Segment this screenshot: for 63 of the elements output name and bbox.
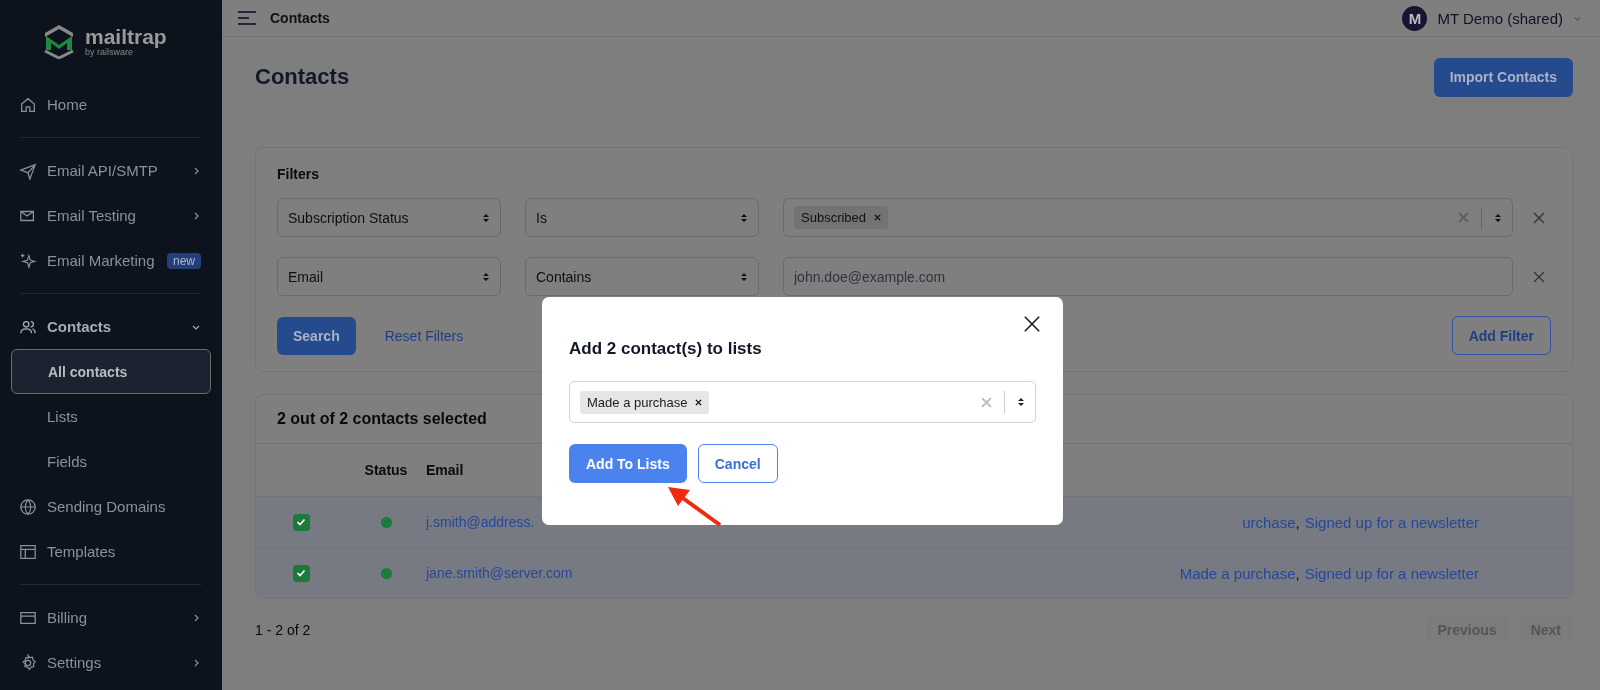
sort-arrows-icon <box>482 270 490 283</box>
page-breadcrumb: Contacts <box>270 10 330 26</box>
nav-subitem[interactable]: All contacts <box>11 349 211 394</box>
lists-select[interactable]: Made a purchase <box>569 381 1036 423</box>
nav-item[interactable]: Contacts <box>11 304 211 349</box>
nav-item[interactable]: Email API/SMTP <box>11 148 211 193</box>
globe-icon <box>19 497 37 516</box>
reset-filters-link[interactable]: Reset Filters <box>359 327 489 344</box>
nav-item[interactable]: Email Marketing new <box>11 238 211 283</box>
add-filter-button[interactable]: Add Filter <box>1451 316 1551 355</box>
list-separator: , <box>1295 513 1300 531</box>
logo-tagline: by railsware <box>85 46 133 57</box>
divider-line <box>1004 391 1005 413</box>
column-header: Status <box>364 462 408 478</box>
page-title: Contacts <box>255 64 350 90</box>
operator-select[interactable]: Contains <box>525 257 759 296</box>
nav-item[interactable]: Settings <box>11 640 211 685</box>
close-icon[interactable] <box>1023 315 1041 333</box>
operator-select[interactable]: Is <box>525 198 759 237</box>
nav-item[interactable]: Email Testing <box>11 193 211 238</box>
selection-count: 2 out of 2 contacts selected <box>277 410 487 428</box>
remove-filter-icon[interactable] <box>1533 270 1545 283</box>
nav-item[interactable]: Sending Domains <box>11 484 211 529</box>
remove-filter-icon[interactable] <box>1533 211 1545 224</box>
nav-item[interactable]: Home <box>11 82 211 127</box>
search-button[interactable]: Search <box>277 316 356 355</box>
nav-item[interactable]: Billing <box>11 595 211 640</box>
sort-arrows-icon <box>482 211 490 224</box>
nav-item[interactable]: Templates <box>11 529 211 574</box>
filters-title: Filters <box>277 166 320 182</box>
cancel-button[interactable]: Cancel <box>697 444 778 483</box>
row-checkbox[interactable] <box>292 564 310 582</box>
account-name[interactable]: MT Demo (shared) <box>1437 9 1563 27</box>
send-icon <box>19 161 37 180</box>
tag-chip: Subscribed <box>794 206 889 229</box>
sort-arrows-icon <box>740 270 748 283</box>
sparkle-icon <box>19 251 37 270</box>
tag-chip: Made a purchase <box>580 390 710 414</box>
sort-arrows-icon <box>1017 396 1025 408</box>
nav-subitem[interactable]: Fields <box>11 439 211 484</box>
home-icon <box>19 95 37 114</box>
checkmark-icon <box>295 567 307 579</box>
row-checkbox[interactable] <box>292 513 310 531</box>
field-select[interactable]: Subscription Status <box>277 198 501 237</box>
sort-arrows-icon <box>1494 211 1502 224</box>
list-separator: , <box>1295 564 1300 582</box>
pointer-arrow <box>666 485 722 527</box>
field-select[interactable]: Email <box>277 257 501 296</box>
column-header: Email <box>426 462 464 478</box>
sort-arrows-icon <box>740 211 748 224</box>
menu-icon[interactable] <box>238 11 256 25</box>
pagination-summary: 1 - 2 of 2 <box>255 621 311 638</box>
modal-title: Add 2 contact(s) to lists <box>569 339 763 359</box>
nav-subitem[interactable]: Lists <box>11 394 211 439</box>
remove-tag-icon[interactable] <box>695 398 703 406</box>
layout-icon <box>19 542 37 561</box>
value-input[interactable]: john.doe@example.com <box>783 257 1513 296</box>
import-contacts-button[interactable]: Import Contacts <box>1433 57 1573 97</box>
new-badge: new <box>167 252 201 269</box>
avatar[interactable]: M <box>1402 5 1428 31</box>
logo-wordmark: mailtrap <box>85 25 167 47</box>
add-to-lists-button[interactable]: Add To Lists <box>569 444 687 483</box>
checkmark-icon <box>295 516 307 528</box>
